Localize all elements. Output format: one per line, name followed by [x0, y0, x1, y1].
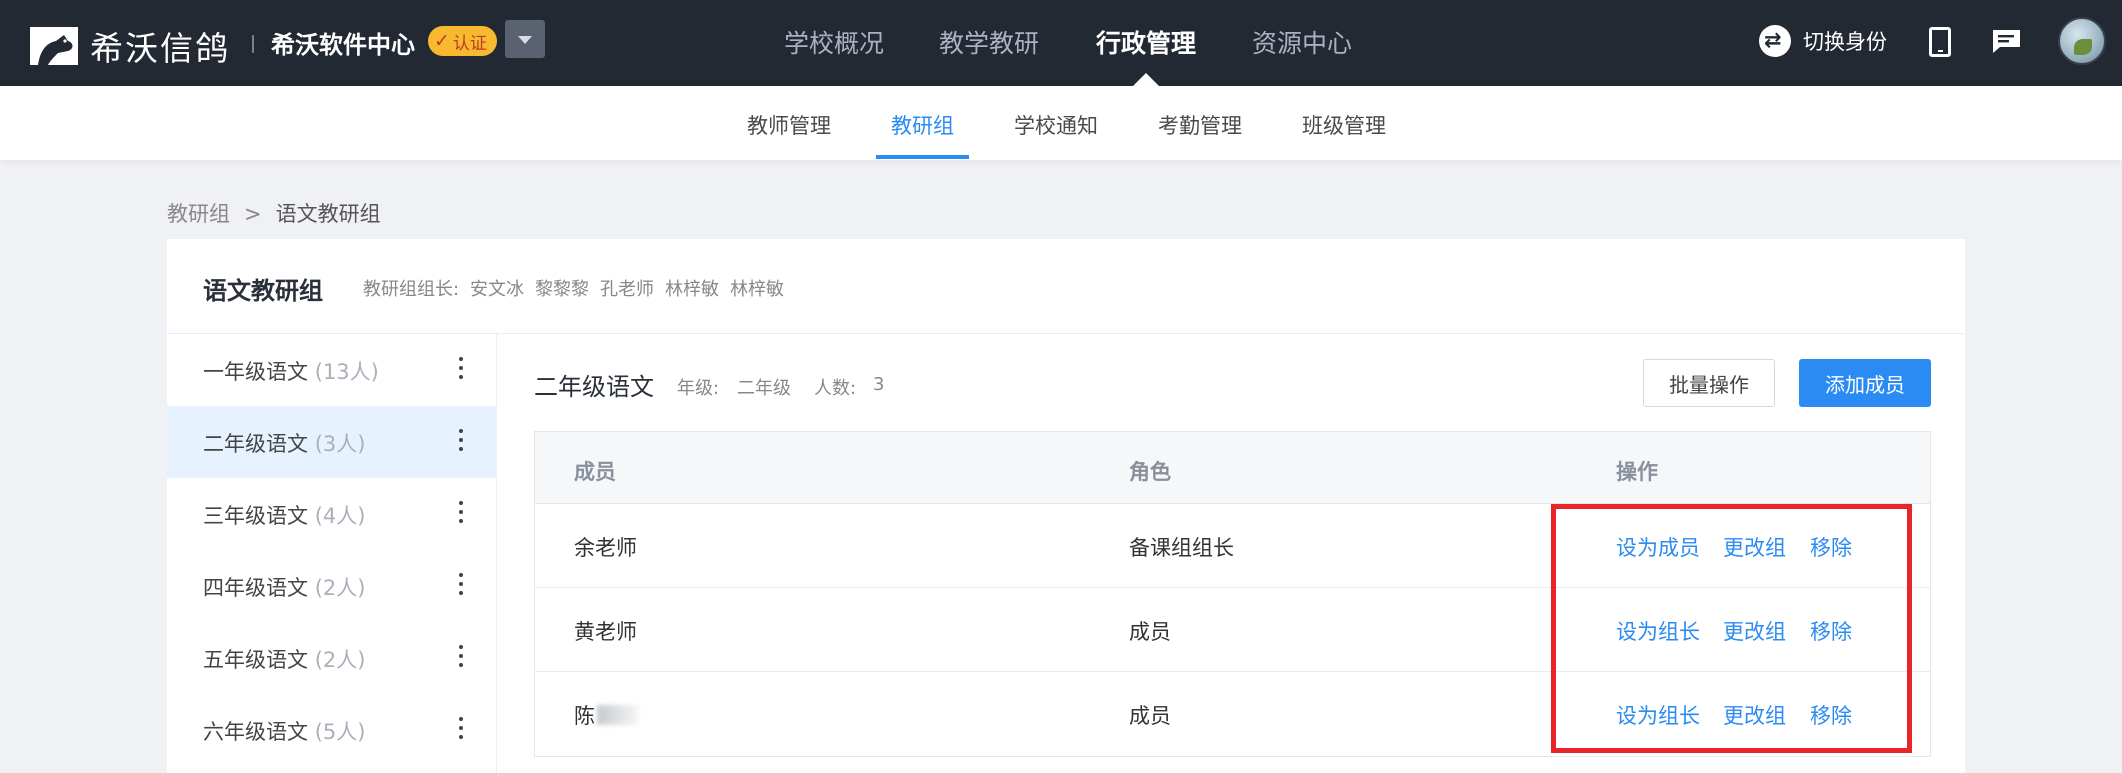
- more-vertical-icon[interactable]: [457, 429, 465, 455]
- more-vertical-icon[interactable]: [457, 717, 465, 743]
- count-label: 人数:: [814, 378, 857, 399]
- tab-research-group[interactable]: 教研组: [891, 110, 954, 140]
- breadcrumb-parent[interactable]: 教研组: [167, 202, 230, 226]
- top-bar: 希沃信鸽 希沃软件中心 ✓ 认证 学校概况 教学教研 行政管理 资源中心 切换身…: [0, 0, 2122, 86]
- group-header: 语文教研组 教研组组长: 安文冰 黎黎黎 孔老师 林梓敏 林梓敏: [167, 239, 1965, 334]
- member-role: 成员: [1129, 620, 1171, 644]
- switch-identity-button[interactable]: 切换身份: [1759, 25, 1887, 57]
- leader-name: 安文冰: [470, 279, 524, 300]
- breadcrumb: 教研组 > 语文教研组: [167, 198, 381, 228]
- member-role: 备课组组长: [1129, 536, 1234, 560]
- breadcrumb-current: 语文教研组: [275, 202, 381, 226]
- breadcrumb-separator: >: [244, 202, 262, 226]
- batch-operation-button[interactable]: 批量操作: [1643, 359, 1775, 407]
- member-name-cell: 陈: [574, 700, 639, 730]
- subgroup-name: 三年级语文: [203, 504, 308, 528]
- subgroup-count: (13人): [314, 360, 379, 384]
- tab-class-management[interactable]: 班级管理: [1302, 110, 1386, 140]
- logo[interactable]: 希沃信鸽: [28, 22, 230, 70]
- leader-label: 教研组组长:: [363, 279, 460, 300]
- subgroup-title: 二年级语文: [534, 373, 654, 401]
- member-name: 余老师: [574, 536, 637, 560]
- column-header-actions: 操作: [1616, 460, 1658, 484]
- column-header-role: 角色: [1129, 460, 1171, 484]
- subgroup-count: (4人): [314, 504, 366, 528]
- pigeon-logo-icon: [30, 27, 78, 65]
- active-tab-indicator: [876, 155, 969, 159]
- leader-name: 黎黎黎: [535, 279, 589, 300]
- subgroup-sidebar: 一年级语文 (13人) 二年级语文 (3人) 三年级语文 (4人) 四年级语文 …: [167, 334, 497, 773]
- grade-label: 年级:: [677, 378, 720, 399]
- message-icon[interactable]: [1991, 28, 2022, 54]
- more-vertical-icon[interactable]: [457, 645, 465, 671]
- subgroup-count: (2人): [314, 576, 366, 600]
- tablet-icon[interactable]: [1929, 27, 1951, 57]
- badge-label: 认证: [452, 33, 487, 54]
- nav-item-teaching-research[interactable]: 教学教研: [939, 24, 1039, 60]
- divider: [252, 35, 254, 53]
- sub-nav: 教师管理 教研组 学校通知 考勤管理 班级管理: [0, 86, 2122, 160]
- member-name: 黄老师: [574, 620, 637, 644]
- subgroup-name: 二年级语文: [203, 432, 308, 456]
- table-header: 成员 角色 操作: [535, 432, 1930, 504]
- app-name: 希沃软件中心: [271, 31, 415, 59]
- tab-school-notice[interactable]: 学校通知: [1014, 110, 1098, 140]
- subgroup-count: (2人): [314, 648, 366, 672]
- subgroup-item[interactable]: 六年级语文 (5人): [167, 694, 497, 766]
- certified-badge: ✓ 认证: [428, 26, 497, 56]
- member-role: 成员: [1129, 704, 1171, 728]
- leader-name: 林梓敏: [665, 279, 719, 300]
- grade-value: 二年级: [737, 378, 791, 399]
- subgroup-item[interactable]: 五年级语文 (2人): [167, 622, 497, 694]
- subgroup-name: 六年级语文: [203, 720, 308, 744]
- more-vertical-icon[interactable]: [457, 357, 465, 383]
- subgroup-item[interactable]: 四年级语文 (2人): [167, 550, 497, 622]
- app-switch-dropdown-button[interactable]: [505, 20, 545, 58]
- logo-text: 希沃信鸽: [90, 29, 230, 68]
- leader-list: 安文冰 黎黎黎 孔老师 林梓敏 林梓敏: [470, 275, 795, 301]
- leader-name: 孔老师: [600, 279, 654, 300]
- subgroup-count: (5人): [314, 720, 366, 744]
- tab-teacher-management[interactable]: 教师管理: [747, 110, 831, 140]
- more-vertical-icon[interactable]: [457, 573, 465, 599]
- nav-item-resource-center[interactable]: 资源中心: [1252, 24, 1352, 60]
- count-value: 3: [873, 374, 885, 395]
- switch-icon: [1759, 25, 1791, 57]
- subgroup-count: (3人): [314, 432, 366, 456]
- annotation-highlight-box: [1551, 504, 1912, 753]
- group-title: 语文教研组: [203, 277, 323, 305]
- tab-attendance[interactable]: 考勤管理: [1158, 110, 1242, 140]
- subgroup-name: 四年级语文: [203, 576, 308, 600]
- redacted-text: [597, 705, 639, 725]
- nav-item-administration[interactable]: 行政管理: [1096, 24, 1196, 60]
- subgroup-item[interactable]: 三年级语文 (4人): [167, 478, 497, 550]
- user-avatar[interactable]: [2058, 17, 2106, 65]
- subgroup-item-active[interactable]: 二年级语文 (3人): [167, 406, 497, 478]
- subgroup-name: 五年级语文: [203, 648, 308, 672]
- leader-name: 林梓敏: [730, 279, 784, 300]
- active-nav-indicator: [1133, 73, 1159, 86]
- subgroup-name: 一年级语文: [203, 360, 308, 384]
- more-vertical-icon[interactable]: [457, 501, 465, 527]
- subgroup-item[interactable]: 一年级语文 (13人): [167, 334, 497, 406]
- switch-identity-label: 切换身份: [1803, 30, 1887, 54]
- column-header-member: 成员: [574, 460, 616, 484]
- nav-item-school-overview[interactable]: 学校概况: [784, 24, 884, 60]
- add-member-button[interactable]: 添加成员: [1799, 359, 1931, 407]
- check-icon: ✓: [434, 30, 450, 52]
- member-name: 陈: [574, 704, 595, 728]
